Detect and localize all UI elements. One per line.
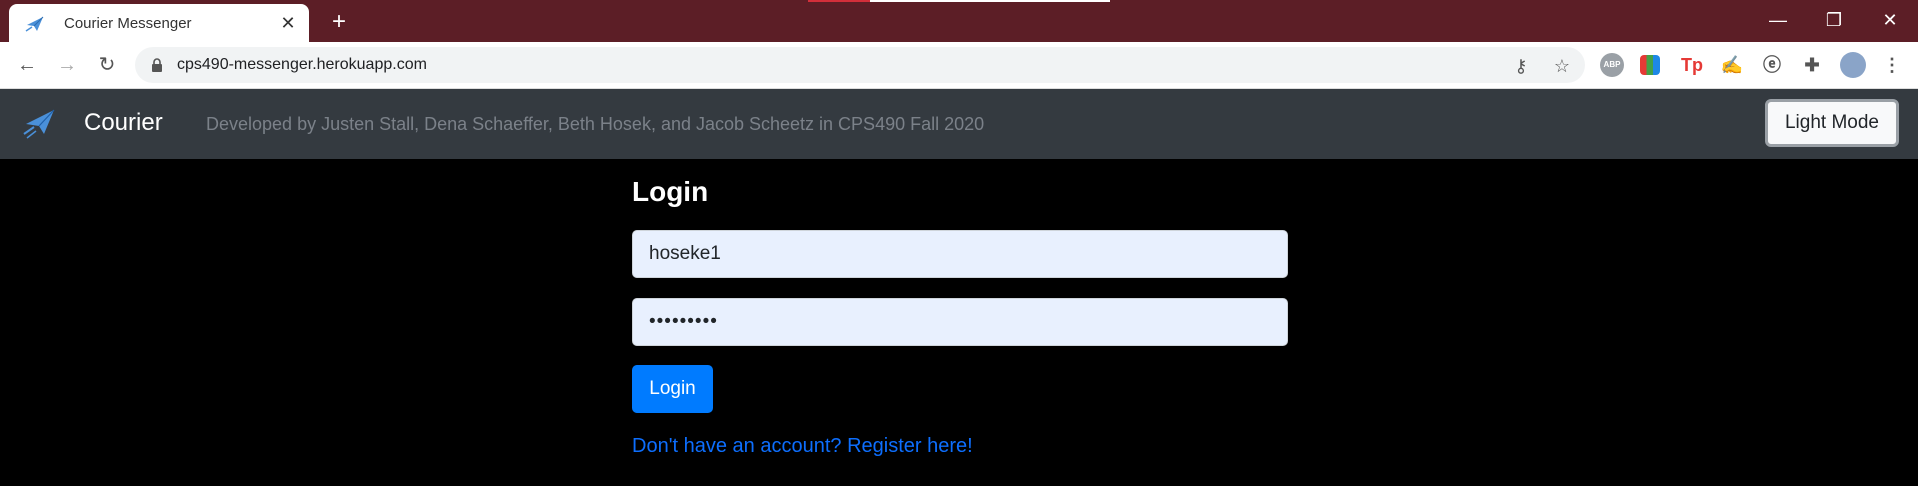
restore-button[interactable]: ❐ [1812,4,1856,36]
lock-icon[interactable] [151,58,163,72]
paper-plane-icon [25,16,44,32]
close-window-button[interactable]: ✕ [1868,4,1912,36]
loading-indicator [808,0,1110,2]
password-input[interactable]: ••••••••• [632,298,1288,346]
address-bar[interactable]: cps490-messenger.herokuapp.com ⚷ ☆ [135,47,1585,83]
tab-title: Courier Messenger [64,15,192,32]
forward-button[interactable]: → [52,50,82,80]
close-tab-icon[interactable]: ✕ [277,12,299,34]
tp-icon[interactable]: Tp [1680,53,1704,77]
edge-icon[interactable]: ⓔ [1760,53,1784,77]
menu-icon[interactable]: ⋮ [1880,53,1904,77]
login-heading: Login [632,176,709,207]
register-link[interactable]: Don't have an account? Register here! [632,435,973,458]
brand-name[interactable]: Courier [84,109,163,137]
new-tab-button[interactable]: + [325,8,353,36]
url-text[interactable]: cps490-messenger.herokuapp.com [177,56,427,74]
back-button[interactable]: ← [12,50,42,80]
login-button[interactable]: Login [632,365,713,413]
reload-button[interactable]: ↻ [92,50,122,80]
key-icon[interactable]: ⚷ [1510,55,1532,77]
minimize-button[interactable]: — [1756,4,1800,36]
colorful-grid-icon[interactable] [1640,55,1660,75]
browser-toolbar: ← → ↻ cps490-messenger.herokuapp.com ⚷ ☆… [0,42,1918,89]
light-mode-button[interactable]: Light Mode [1765,99,1899,147]
tagline: Developed by Justen Stall, Dena Schaeffe… [206,114,985,134]
browser-titlebar: Courier Messenger ✕ + — ❐ ✕ [0,0,1918,42]
bookmark-star-icon[interactable]: ☆ [1551,55,1573,77]
hand-icon[interactable]: ✍ [1720,53,1744,77]
app-navbar: Courier Developed by Justen Stall, Dena … [0,89,1918,159]
profile-avatar[interactable] [1840,52,1866,78]
browser-tab[interactable]: Courier Messenger ✕ [9,4,309,42]
username-input[interactable]: hoseke1 [632,230,1288,278]
courier-logo-icon[interactable] [22,104,58,140]
abp-icon[interactable]: ABP [1600,53,1624,77]
puzzle-icon[interactable]: ✚ [1800,53,1824,77]
